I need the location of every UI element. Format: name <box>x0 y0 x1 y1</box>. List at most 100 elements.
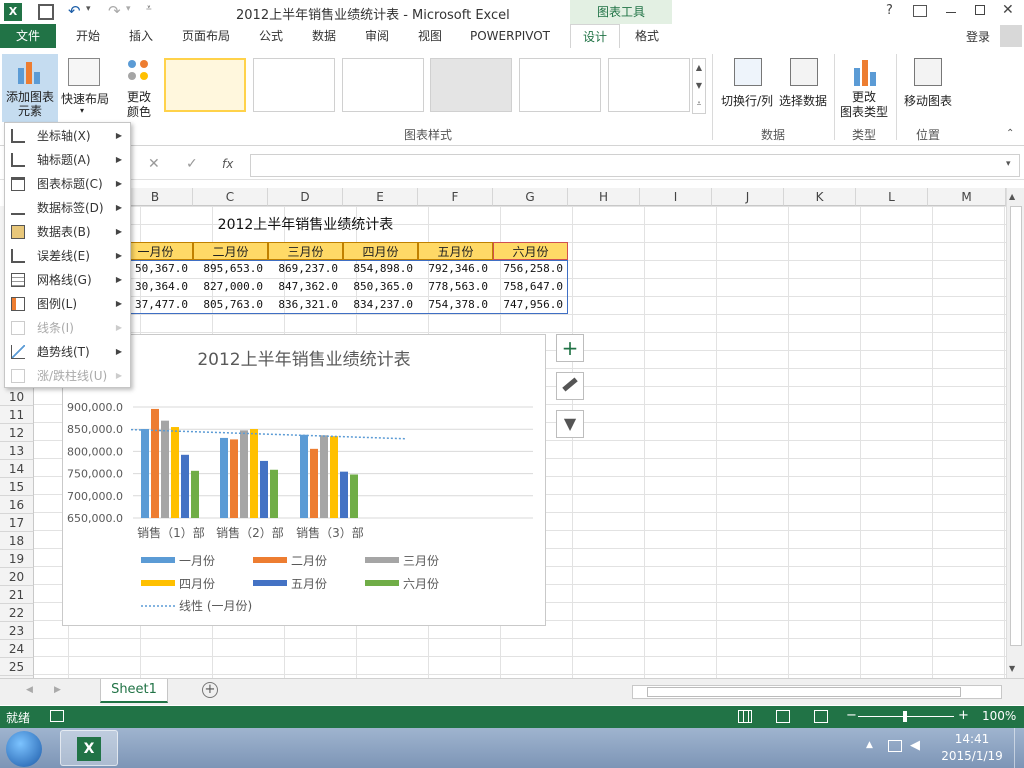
quick-layout-button[interactable]: 快速布局 ▾ <box>60 54 110 122</box>
zoom-in-button[interactable]: + <box>958 708 969 723</box>
column-header[interactable]: J <box>712 188 784 206</box>
scroll-up-icon[interactable]: ▲ <box>1009 192 1015 201</box>
horizontal-scrollbar[interactable] <box>632 685 1002 699</box>
tab-formulas[interactable]: 公式 <box>249 24 293 48</box>
chart-filters-button[interactable]: ▼ <box>556 410 584 438</box>
tab-format[interactable]: 格式 <box>624 24 670 48</box>
chart-style-thumb-5[interactable] <box>519 58 601 112</box>
row-header[interactable]: 22 <box>0 604 34 622</box>
scroll-down-icon[interactable]: ▼ <box>1009 664 1015 673</box>
menu-item-data-labels[interactable]: 数据标签(D) ▶ <box>5 196 130 220</box>
macro-record-icon[interactable] <box>50 710 64 722</box>
menu-item-axes[interactable]: 坐标轴(X) ▶ <box>5 124 130 148</box>
table-cell[interactable]: 847,362.0 <box>268 278 343 296</box>
row-header[interactable]: 16 <box>0 496 34 514</box>
chart-area[interactable]: 2012上半年销售业绩统计表 900,000.0 850,000.0 800,000… <box>62 334 546 626</box>
column-header[interactable]: F <box>418 188 493 206</box>
redo-dropdown-icon[interactable]: ▾ <box>126 4 131 14</box>
menu-item-data-table[interactable]: 数据表(B) ▶ <box>5 220 130 244</box>
minimize-icon[interactable] <box>946 12 956 13</box>
redo-icon[interactable]: ↷ <box>108 2 121 20</box>
volume-icon[interactable]: ◀ <box>910 738 920 753</box>
start-button[interactable] <box>6 731 42 767</box>
table-cell[interactable]: 834,237.0 <box>343 296 418 314</box>
chart-elements-button[interactable]: + <box>556 334 584 362</box>
new-sheet-button[interactable]: + <box>202 682 218 698</box>
save-icon[interactable] <box>38 4 54 20</box>
switch-row-column-button[interactable]: 切换行/列 <box>718 54 776 122</box>
row-header[interactable]: 21 <box>0 586 34 604</box>
menu-item-gridlines[interactable]: 网格线(G) ▶ <box>5 268 130 292</box>
header-cell[interactable]: 六月份 <box>493 242 568 260</box>
change-colors-button[interactable]: 更改 颜色 <box>118 54 160 122</box>
header-cell[interactable]: 三月份 <box>268 242 343 260</box>
menu-item-trendline[interactable]: 趋势线(T) ▶ <box>5 340 130 364</box>
ribbon-display-icon[interactable] <box>913 5 927 17</box>
insert-function-button[interactable]: fx <box>222 157 233 171</box>
row-header[interactable]: 19 <box>0 550 34 568</box>
table-cell[interactable]: 747,956.0 <box>493 296 568 314</box>
table-cell[interactable]: 850,365.0 <box>343 278 418 296</box>
add-chart-element-button[interactable]: 添加图表 元素 <box>2 54 58 122</box>
table-cell[interactable]: 792,346.0 <box>418 260 493 278</box>
formula-input[interactable] <box>250 154 1020 177</box>
chart-title[interactable]: 2012上半年销售业绩统计表 <box>197 350 410 370</box>
row-header[interactable]: 15 <box>0 478 34 496</box>
clock-time[interactable]: 14:41 <box>940 732 1004 746</box>
cancel-button[interactable]: ✕ <box>148 156 160 172</box>
change-chart-type-button[interactable]: 更改 图表类型 <box>838 54 890 122</box>
restore-icon[interactable] <box>975 5 985 15</box>
page-layout-view-icon[interactable] <box>776 710 790 723</box>
header-cell[interactable]: 五月份 <box>418 242 493 260</box>
row-header[interactable]: 25 <box>0 658 34 676</box>
customize-qat-icon[interactable]: ⩡ <box>146 3 152 14</box>
move-chart-button[interactable]: 移动图表 <box>900 54 956 122</box>
row-header[interactable]: 20 <box>0 568 34 586</box>
column-header[interactable]: G <box>493 188 568 206</box>
column-header[interactable]: D <box>268 188 343 206</box>
zoom-slider-thumb[interactable] <box>903 711 907 722</box>
table-cell[interactable]: 756,258.0 <box>493 260 568 278</box>
menu-item-chart-title[interactable]: 图表标题(C) ▶ <box>5 172 130 196</box>
row-header[interactable]: 10 <box>0 388 34 406</box>
next-sheet-icon[interactable]: ▶ <box>54 685 61 695</box>
tab-view[interactable]: 视图 <box>408 24 452 48</box>
taskbar-excel-button[interactable]: X <box>60 730 118 766</box>
show-desktop-button[interactable] <box>1014 728 1024 768</box>
tab-review[interactable]: 审阅 <box>355 24 399 48</box>
menu-item-legend[interactable]: 图例(L) ▶ <box>5 292 130 316</box>
page-break-view-icon[interactable] <box>814 710 828 723</box>
clock-date[interactable]: 2015/1/19 <box>936 749 1008 763</box>
tab-file[interactable]: 文件 <box>0 24 56 48</box>
chart-styles-button[interactable] <box>556 372 584 400</box>
vertical-scrollbar[interactable]: ▲ ▼ <box>1006 188 1024 678</box>
table-cell[interactable]: 836,321.0 <box>268 296 343 314</box>
tab-home[interactable]: 开始 <box>66 24 110 48</box>
close-icon[interactable]: ✕ <box>1002 2 1014 18</box>
undo-icon[interactable]: ↶ <box>68 2 81 20</box>
tab-powerpivot[interactable]: POWERPIVOT <box>462 24 558 48</box>
column-header[interactable]: K <box>784 188 856 206</box>
row-header[interactable]: 14 <box>0 460 34 478</box>
network-icon[interactable] <box>888 740 902 752</box>
tray-arrow-icon[interactable]: ▲ <box>866 740 873 750</box>
column-header[interactable]: H <box>568 188 640 206</box>
menu-item-axis-titles[interactable]: 轴标题(A) ▶ <box>5 148 130 172</box>
column-header[interactable]: C <box>193 188 268 206</box>
table-cell[interactable]: 895,653.0 <box>193 260 268 278</box>
row-header[interactable]: 24 <box>0 640 34 658</box>
column-header[interactable]: I <box>640 188 712 206</box>
previous-sheet-icon[interactable]: ◀ <box>26 685 33 695</box>
avatar[interactable] <box>1000 25 1022 47</box>
row-header[interactable]: 11 <box>0 406 34 424</box>
tab-design[interactable]: 设计 <box>570 24 620 48</box>
column-header[interactable]: L <box>856 188 928 206</box>
header-cell[interactable]: 四月份 <box>343 242 418 260</box>
row-header[interactable]: 23 <box>0 622 34 640</box>
chart-style-thumb-2[interactable] <box>253 58 335 112</box>
sign-in-link[interactable]: 登录 <box>966 28 990 45</box>
table-cell[interactable]: 754,378.0 <box>418 296 493 314</box>
row-header[interactable]: 12 <box>0 424 34 442</box>
expand-formula-bar-icon[interactable]: ▾ <box>1006 159 1011 169</box>
table-cell[interactable]: 805,763.0 <box>193 296 268 314</box>
